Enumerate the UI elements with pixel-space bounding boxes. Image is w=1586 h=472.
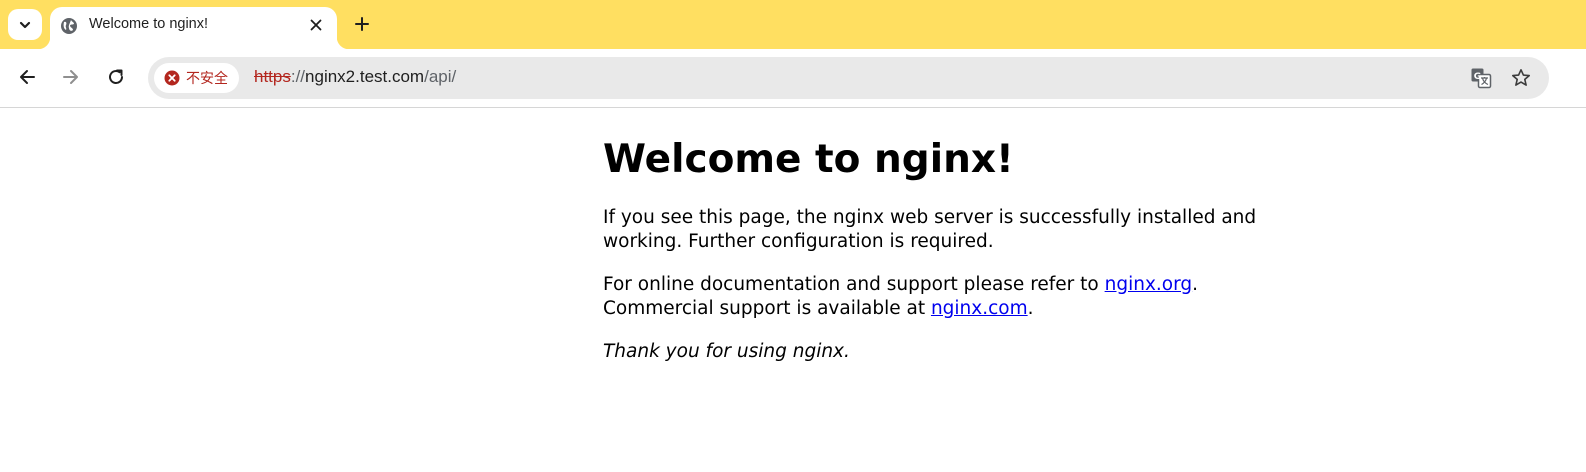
arrow-left-icon: [20, 70, 35, 84]
new-tab-button[interactable]: [349, 10, 375, 38]
url-separator: ://: [290, 67, 306, 86]
nginx-org-link[interactable]: nginx.org: [1105, 274, 1193, 295]
intro-paragraph: If you see this page, the nginx web serv…: [603, 207, 1257, 252]
url-path: /api/: [424, 67, 457, 86]
svg-text:G: G: [1474, 72, 1481, 82]
active-tab[interactable]: Welcome to nginx!: [38, 7, 349, 49]
documentation-paragraph: For online documentation and support ple…: [603, 273, 1303, 321]
tab-close-button[interactable]: [305, 14, 327, 36]
back-button[interactable]: [12, 62, 42, 92]
url-scheme: https: [254, 67, 291, 86]
page-heading: Welcome to nginx!: [603, 137, 1014, 182]
plus-icon: [355, 17, 369, 31]
browser-toolbar: 不安全 https://nginx2.test.com/api/ G: [0, 49, 1586, 108]
address-bar[interactable]: 不安全 https://nginx2.test.com/api/ G: [148, 57, 1549, 99]
close-icon: [310, 19, 322, 31]
warning-icon: [164, 70, 180, 86]
tab-search-button[interactable]: [8, 9, 42, 40]
forward-button[interactable]: [56, 62, 86, 92]
tab-title: Welcome to nginx!: [89, 16, 209, 32]
security-indicator-chip[interactable]: 不安全: [154, 63, 239, 93]
globe-icon: [61, 18, 77, 34]
not-secure-label: 不安全: [186, 71, 228, 87]
star-icon: [1512, 69, 1530, 86]
chevron-down-icon: [19, 21, 31, 28]
commercial-text: Commercial support is available at: [603, 298, 931, 319]
arrow-right-icon: [63, 70, 78, 84]
translate-button[interactable]: G: [1469, 66, 1493, 90]
reload-button[interactable]: [101, 62, 131, 92]
thank-you-paragraph: Thank you for using nginx.: [603, 341, 850, 362]
url-host: nginx2.test.com: [305, 67, 425, 86]
doc-text: For online documentation and support ple…: [603, 274, 1105, 295]
reload-icon: [109, 69, 123, 84]
tab-strip: Welcome to nginx!: [0, 0, 1586, 49]
doc-period: .: [1192, 274, 1199, 295]
nginx-com-link[interactable]: nginx.com: [931, 298, 1028, 319]
translate-icon: G: [1471, 68, 1492, 89]
bookmark-button[interactable]: [1509, 66, 1533, 90]
page-content: Welcome to nginx! If you see this page, …: [603, 118, 1303, 364]
commercial-period: .: [1027, 298, 1034, 319]
url-text[interactable]: https://nginx2.test.com/api/: [254, 67, 456, 87]
